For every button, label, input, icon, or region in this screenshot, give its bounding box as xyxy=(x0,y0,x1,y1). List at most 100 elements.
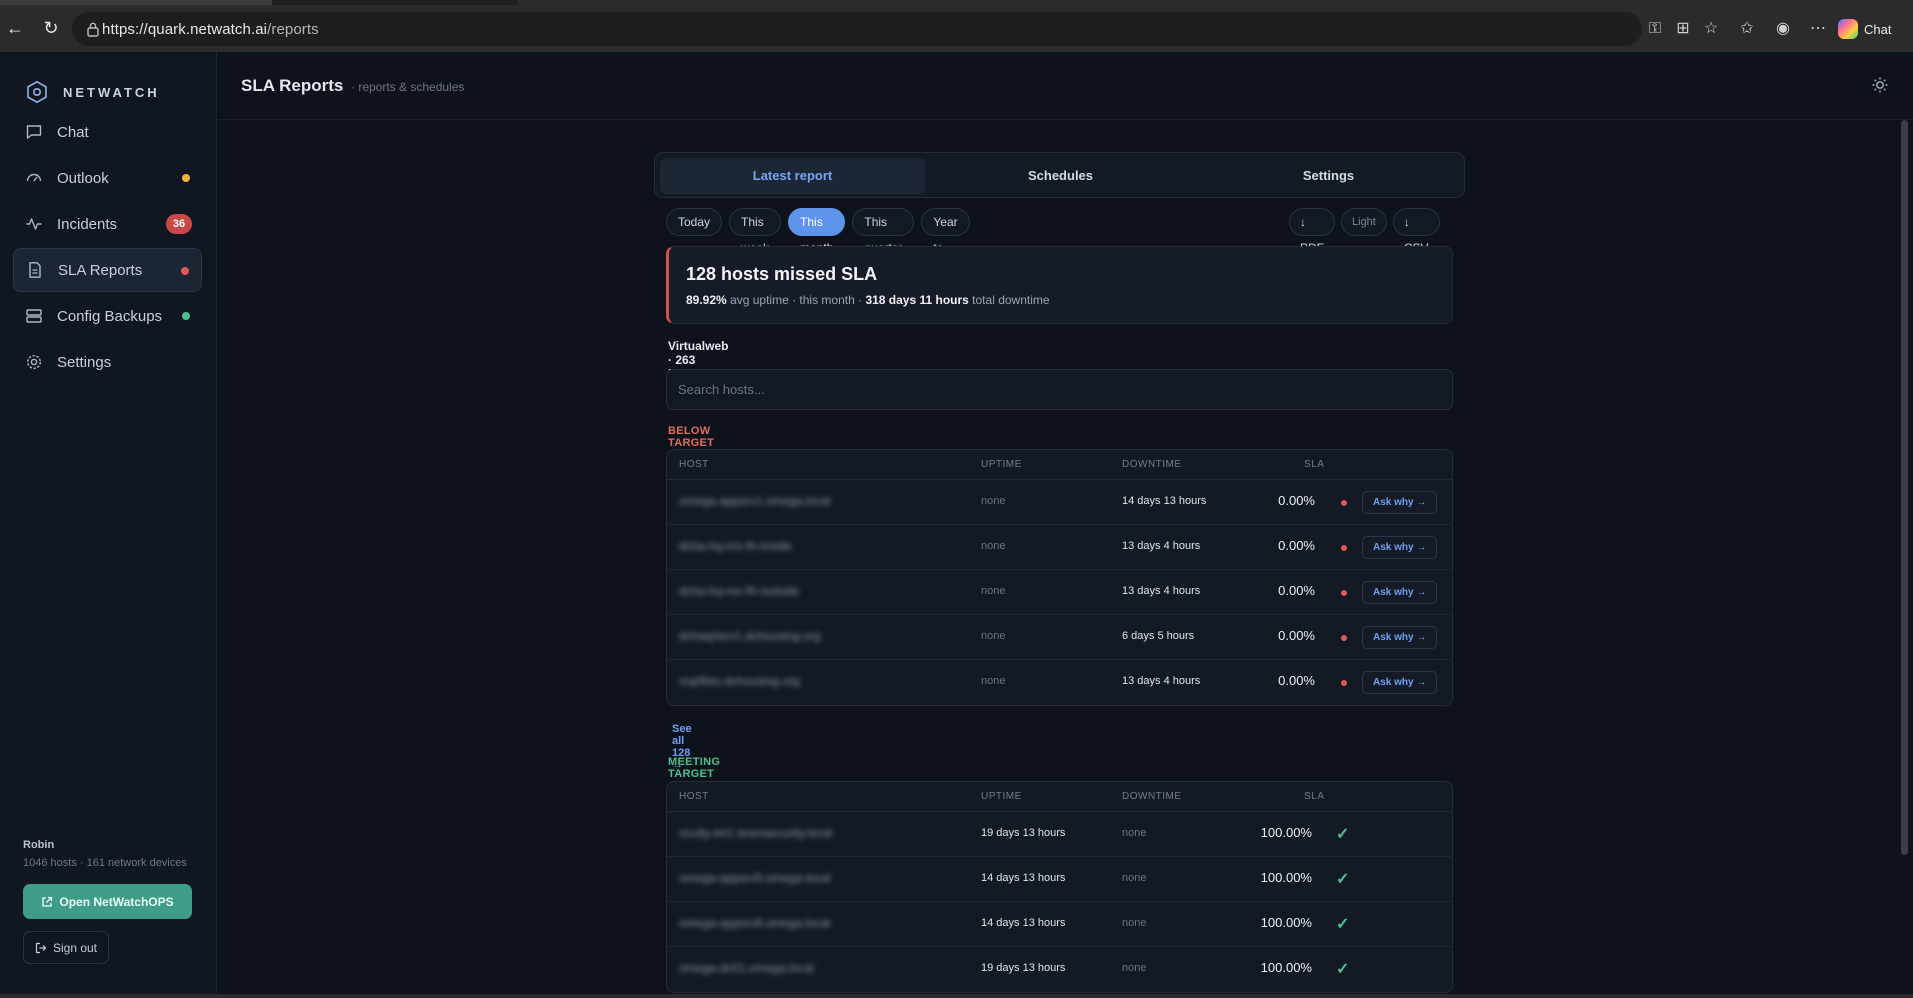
sidebar-item-config-backups[interactable]: Config Backups xyxy=(13,294,202,338)
ask-why-button[interactable]: Ask why → xyxy=(1362,581,1438,604)
uptime-value: none xyxy=(981,495,1006,507)
sign-out-button[interactable]: Sign out xyxy=(23,931,109,964)
uptime-value: none xyxy=(981,630,1006,642)
summary-details: 89.92% avg uptime · this month · 318 day… xyxy=(686,293,1050,307)
sign-out-label: Sign out xyxy=(52,940,98,955)
export-csv-button[interactable]: ↓ CSV xyxy=(1392,208,1440,255)
key-icon[interactable]: ⚿ xyxy=(1645,19,1665,39)
address-bar[interactable]: https://quark.netwatch.ai/reports xyxy=(72,12,1642,46)
column-downtime: DOWNTIME xyxy=(1122,459,1182,470)
light-theme-toggle[interactable]: Light xyxy=(1341,208,1387,236)
user-info: Robin 1046 hosts · 161 network devices xyxy=(23,839,187,869)
sidebar-item-label: Chat xyxy=(57,123,89,141)
favorites-icon[interactable]: ✩ xyxy=(1737,19,1757,39)
uptime-value: none xyxy=(981,540,1006,552)
table-row[interactable]: omega-dc01.omega.local 19 days 13 hours … xyxy=(667,947,1452,992)
sidebar-item-incidents[interactable]: Incidents 36 xyxy=(13,202,202,246)
copilot-chat-label: Chat xyxy=(1864,21,1892,37)
export-pdf-button[interactable]: ↓ PDF xyxy=(1289,208,1335,255)
sidebar-item-label: Outlook xyxy=(57,169,109,187)
uptime-value: 19 days 13 hours xyxy=(981,827,1066,839)
tab-latest-report[interactable]: Latest report xyxy=(660,158,925,194)
downtime-value: 14 days 13 hours xyxy=(1122,495,1207,507)
period-this-month[interactable]: This month xyxy=(788,208,846,255)
check-icon: ✓ xyxy=(1336,961,1350,978)
period-today[interactable]: Today xyxy=(666,208,723,236)
table-row[interactable]: ocuity-tm1.tesmsecurity.local 19 days 13… xyxy=(667,812,1452,857)
host-search[interactable] xyxy=(666,369,1453,410)
window-bottom-edge xyxy=(0,994,1913,998)
sidebar-item-label: SLA Reports xyxy=(58,261,143,279)
total-downtime-suffix: total downtime xyxy=(968,293,1050,307)
check-icon: ✓ xyxy=(1336,916,1350,933)
sidebar-item-label: Config Backups xyxy=(57,307,163,325)
downtime-value: none xyxy=(1122,827,1147,839)
more-icon[interactable]: ⋯ xyxy=(1808,19,1828,39)
sidebar-item-settings[interactable]: Settings xyxy=(13,340,202,384)
back-icon[interactable]: ← xyxy=(4,17,26,39)
period-this-week[interactable]: This week xyxy=(729,208,782,255)
search-input[interactable] xyxy=(667,370,1452,409)
sla-value: 0.00% xyxy=(1278,493,1315,508)
ask-why-button[interactable]: Ask why → xyxy=(1362,671,1438,694)
favorite-star-icon[interactable]: ☆ xyxy=(1701,19,1721,39)
sla-value: 100.00% xyxy=(1260,825,1312,840)
table-row[interactable]: omega-appsrv5.omega.local 14 days 13 hou… xyxy=(667,857,1452,902)
sla-value: 0.00% xyxy=(1278,538,1315,553)
table-header: HOST UPTIME DOWNTIME SLA xyxy=(667,782,1452,812)
period-filter: Today This week This month This quarter … xyxy=(666,208,970,281)
uptime-value: none xyxy=(981,675,1006,687)
open-netwatchops-button[interactable]: Open NetWatchOPS xyxy=(23,884,192,919)
period-year-to-date[interactable]: Year to date xyxy=(921,208,970,281)
table-row[interactable]: omega-appsrv1.omega.local none 14 days 1… xyxy=(667,480,1452,525)
column-downtime: DOWNTIME xyxy=(1122,791,1182,802)
sla-value: 0.00% xyxy=(1278,628,1315,643)
status-dot xyxy=(181,267,189,275)
sla-summary-card: 128 hosts missed SLA 89.92% avg uptime ·… xyxy=(666,246,1453,324)
profile-icon[interactable]: ◉ xyxy=(1773,19,1793,39)
table-row[interactable]: srqrfiles.dchousing.org none 13 days 4 h… xyxy=(667,660,1452,705)
table-row[interactable]: dcha-hq-mx-fh-inside none 13 days 4 hour… xyxy=(667,525,1452,570)
tab-schedules[interactable]: Schedules xyxy=(928,158,1193,194)
host-name: dcha-hq-mx-fh-outside xyxy=(679,584,800,598)
downtime-value: none xyxy=(1122,962,1147,974)
period-this-quarter[interactable]: This quarter xyxy=(852,208,915,255)
host-name: omega-dc01.omega.local xyxy=(679,961,814,975)
ask-why-button[interactable]: Ask why → xyxy=(1362,491,1438,514)
status-dot xyxy=(182,312,190,320)
table-row[interactable]: dchaqrtsrv1.dchousing.org none 6 days 5 … xyxy=(667,615,1452,660)
sun-icon[interactable] xyxy=(1871,76,1889,94)
sla-value: 100.00% xyxy=(1260,870,1312,885)
table-row[interactable]: dcha-hq-mx-fh-outside none 13 days 4 hou… xyxy=(667,570,1452,615)
page-subtitle: · reports & schedules xyxy=(351,80,465,94)
status-dot xyxy=(1341,635,1347,641)
sidebar-item-label: Incidents xyxy=(57,215,118,233)
column-host: HOST xyxy=(679,791,709,802)
scrollbar-thumb[interactable] xyxy=(1901,120,1908,855)
sidebar-item-sla-reports[interactable]: SLA Reports xyxy=(13,248,202,292)
ask-why-button[interactable]: Ask why → xyxy=(1362,536,1438,559)
brand-name: NETWATCH xyxy=(63,84,160,100)
downtime-value: 13 days 4 hours xyxy=(1122,585,1201,597)
avg-uptime-value: 89.92% xyxy=(686,293,727,307)
copilot-chat-button[interactable]: Chat xyxy=(1838,18,1891,40)
report-tabs: Latest report Schedules Settings xyxy=(654,152,1465,198)
host-name: srqrfiles.dchousing.org xyxy=(679,674,800,688)
sidebar-item-outlook[interactable]: Outlook xyxy=(13,156,202,200)
ask-why-button[interactable]: Ask why → xyxy=(1362,626,1438,649)
sidebar-item-chat[interactable]: Chat xyxy=(13,110,202,154)
reload-icon[interactable]: ↻ xyxy=(40,17,62,39)
brand[interactable]: NETWATCH xyxy=(25,80,160,104)
column-sla: SLA xyxy=(1304,791,1325,802)
host-name: omega-appsrv1.omega.local xyxy=(679,494,831,508)
gauge-icon xyxy=(26,173,42,182)
file-icon xyxy=(29,262,41,278)
sidebar-nav: Chat Outlook Incidents 36 SLA Reports Co… xyxy=(13,108,202,384)
address-url: https://quark.netwatch.ai/reports xyxy=(102,21,319,38)
uptime-value: 14 days 13 hours xyxy=(981,872,1066,884)
status-dot xyxy=(1341,500,1347,506)
table-row[interactable]: omega-appsrv6.omega.local 14 days 13 hou… xyxy=(667,902,1452,947)
check-icon: ✓ xyxy=(1336,871,1350,888)
tab-settings[interactable]: Settings xyxy=(1196,158,1461,194)
apps-icon[interactable]: ⊞ xyxy=(1673,19,1693,39)
